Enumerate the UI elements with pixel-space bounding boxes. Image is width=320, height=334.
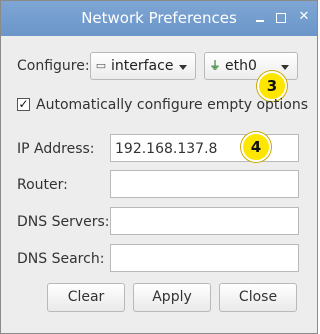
annotation-badge-4: 4 <box>241 132 271 162</box>
chevron-down-icon <box>179 65 187 70</box>
window-title: Network Preferences <box>81 9 237 27</box>
maximize-icon[interactable] <box>274 10 288 24</box>
router-label: Router: <box>17 177 68 193</box>
dns-servers-field[interactable] <box>110 207 299 235</box>
configure-label: Configure: <box>17 58 90 74</box>
title-bar[interactable]: Network Preferences ✕ <box>1 1 317 36</box>
ethernet-icon: ⏚ <box>209 59 221 72</box>
network-interface-icon: ▭ <box>95 59 107 72</box>
configure-type-value: interface <box>111 58 174 74</box>
close-button[interactable]: Close <box>219 283 297 312</box>
interface-value: eth0 <box>225 58 257 74</box>
configure-type-dropdown[interactable]: ▭ interface <box>90 52 196 80</box>
auto-configure-checkbox[interactable]: ✓ <box>17 98 30 111</box>
minimize-icon[interactable] <box>253 10 267 24</box>
clear-button[interactable]: Clear <box>47 283 125 312</box>
dns-search-field[interactable] <box>110 244 299 272</box>
auto-configure-label: Automatically configure empty options <box>36 97 309 113</box>
router-field[interactable] <box>110 170 299 198</box>
interface-dropdown[interactable]: ⏚ eth0 <box>204 52 298 80</box>
dns-servers-label: DNS Servers: <box>17 214 110 230</box>
ip-address-label: IP Address: <box>17 141 95 157</box>
chevron-down-icon <box>281 65 289 70</box>
apply-button[interactable]: Apply <box>133 283 211 312</box>
close-icon[interactable]: ✕ <box>297 10 311 24</box>
network-preferences-window: Network Preferences ✕ Configure: ▭ inter… <box>0 0 318 334</box>
dns-search-label: DNS Search: <box>17 251 105 267</box>
